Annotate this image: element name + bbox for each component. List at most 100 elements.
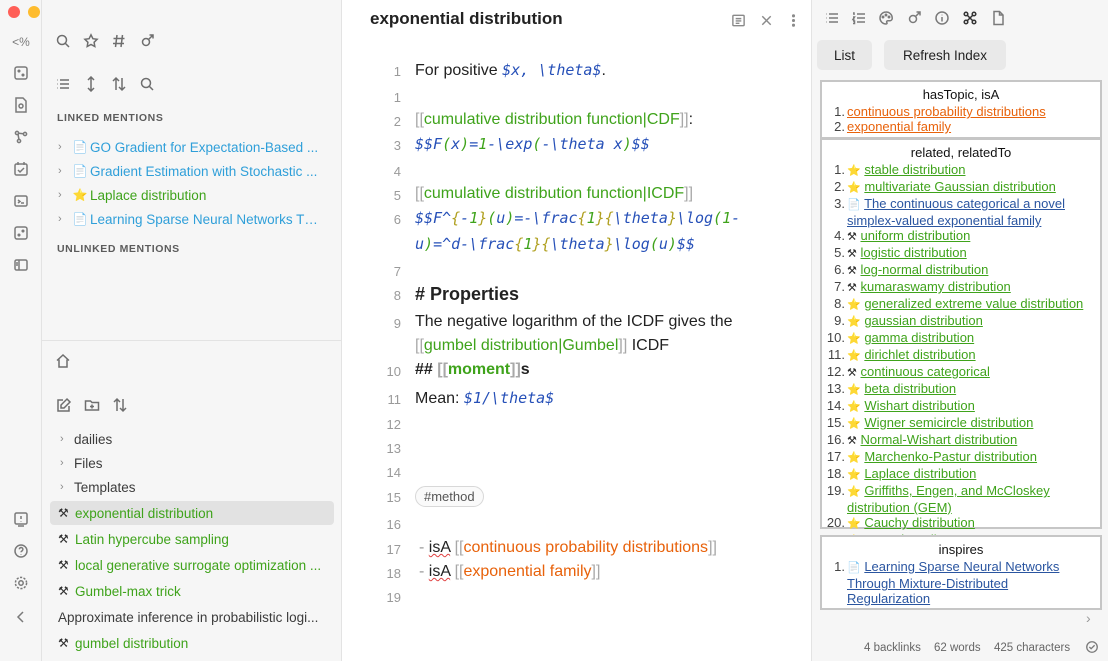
- linked-mention-item[interactable]: › 📄 Learning Sparse Neural Networks Th..…: [58, 208, 320, 230]
- relation-link[interactable]: uniform distribution: [861, 228, 971, 243]
- palette-icon[interactable]: [876, 8, 896, 28]
- home-icon[interactable]: [52, 350, 74, 372]
- calendar-icon[interactable]: [11, 159, 31, 179]
- linked-mention-label[interactable]: GO Gradient for Expectation-Based ...: [90, 140, 320, 155]
- relation-link[interactable]: continuous probability distributions: [847, 104, 1046, 119]
- relation-link[interactable]: Griffiths, Engen, and McCloskey distribu…: [847, 483, 1050, 515]
- info-icon[interactable]: [932, 8, 952, 28]
- folder-files[interactable]: › Files: [60, 452, 103, 474]
- backlinks-icon[interactable]: [136, 30, 158, 52]
- editor-line[interactable]: [[cumulative distribution function|CDF]]…: [415, 111, 693, 129]
- list-button[interactable]: List: [817, 40, 872, 70]
- display-math[interactable]: u)=^d-\frac{1}{\theta}\log(u)$$: [415, 235, 695, 253]
- editor-line[interactable]: The negative logarithm of the ICDF gives…: [415, 313, 733, 331]
- wiki-link[interactable]: cumulative distribution function|ICDF: [424, 185, 684, 202]
- file-item[interactable]: Approximate inference in probabilistic l…: [50, 605, 334, 629]
- list-icon[interactable]: [52, 73, 74, 95]
- wiki-link[interactable]: moment: [448, 361, 510, 378]
- filter-search-icon[interactable]: [136, 73, 158, 95]
- breadcrumbs-icon[interactable]: [960, 8, 980, 28]
- linked-mention-item[interactable]: › ⭐ Laplace distribution: [58, 184, 320, 206]
- editor-line[interactable]: [[gumbel distribution|Gumbel]] ICDF: [415, 337, 669, 355]
- editor-line[interactable]: - isA [[continuous probability distribut…: [419, 539, 717, 557]
- relation-link[interactable]: The continuous categorical a novel simpl…: [847, 196, 1065, 228]
- relation-link[interactable]: kumaraswamy distribution: [861, 279, 1011, 294]
- wiki-link[interactable]: exponential family: [463, 563, 591, 580]
- folder-dailies[interactable]: › dailies: [60, 428, 112, 450]
- relation-link[interactable]: exponential family: [847, 119, 951, 134]
- linked-mention-item[interactable]: › 📄 Gradient Estimation with Stochastic …: [58, 160, 320, 182]
- chevron-right-icon[interactable]: ›: [58, 165, 72, 177]
- relation-link[interactable]: gaussian distribution: [864, 313, 983, 328]
- vault-icon[interactable]: [11, 509, 31, 529]
- subheading-moment[interactable]: ## [[moment]]s: [415, 361, 530, 379]
- relation-link[interactable]: beta distribution: [864, 381, 956, 396]
- linked-mention-label[interactable]: Gradient Estimation with Stochastic ...: [90, 164, 320, 179]
- new-note-icon[interactable]: [53, 394, 75, 416]
- new-folder-icon[interactable]: [81, 394, 103, 416]
- graph-icon[interactable]: [11, 127, 31, 147]
- relation-link[interactable]: Marchenko-Pastur distribution: [864, 449, 1037, 464]
- chevron-right-icon[interactable]: ›: [58, 141, 72, 153]
- file-item[interactable]: ⚒ local generative surrogate optimizatio…: [50, 553, 334, 577]
- relation-link[interactable]: Learning Sparse Neural Networks Through …: [847, 559, 1059, 606]
- relation-link[interactable]: Cauchy distribution: [864, 515, 975, 530]
- relation-link[interactable]: logistic distribution: [861, 245, 967, 260]
- more-options-icon[interactable]: [786, 10, 801, 30]
- settings-icon[interactable]: [11, 573, 31, 593]
- backlinks-count[interactable]: 4 backlinks: [864, 642, 921, 654]
- outline-icon[interactable]: [822, 8, 842, 28]
- relation-link[interactable]: generalized extreme value distribution: [864, 296, 1083, 311]
- chevron-right-icon[interactable]: ›: [60, 481, 74, 493]
- relation-link[interactable]: dirichlet distribution: [864, 347, 975, 362]
- note-title[interactable]: exponential distribution: [370, 9, 563, 29]
- display-math[interactable]: $$F(x)=1-\exp(-\theta x)$$: [415, 135, 650, 153]
- linked-mention-label[interactable]: Laplace distribution: [90, 188, 320, 203]
- file-item-active[interactable]: ⚒ exponential distribution: [50, 501, 334, 525]
- heading-properties[interactable]: # Properties: [415, 284, 519, 305]
- sort-icon[interactable]: [108, 73, 130, 95]
- wiki-link[interactable]: gumbel distribution|Gumbel: [424, 337, 618, 354]
- expand-collapse-icon[interactable]: [80, 73, 102, 95]
- relation-link[interactable]: Wigner semicircle distribution: [864, 415, 1033, 430]
- relation-link[interactable]: stable distribution: [864, 162, 965, 177]
- tag-method[interactable]: #method: [415, 486, 484, 507]
- editor-line[interactable]: [[cumulative distribution function|ICDF]…: [415, 185, 693, 203]
- file-item[interactable]: ⚒ Latin hypercube sampling: [50, 527, 334, 551]
- wiki-link[interactable]: cumulative distribution function|CDF: [424, 111, 680, 128]
- relation-link[interactable]: log-normal distribution: [861, 262, 989, 277]
- chevron-right-icon[interactable]: ›: [60, 433, 74, 445]
- file-icon[interactable]: [988, 8, 1008, 28]
- linked-mention-item[interactable]: › 📄 GO Gradient for Expectation-Based ..…: [58, 136, 320, 158]
- editor-line[interactable]: #method: [415, 486, 484, 507]
- relation-link[interactable]: Normal-Wishart distribution: [861, 432, 1018, 447]
- display-math[interactable]: $$F^{-1}(u)=-\frac{1}{\theta}\log(1-: [415, 209, 740, 227]
- editor-line[interactable]: For positive $x, \theta$.: [415, 61, 606, 80]
- wiki-link[interactable]: continuous probability distributions: [463, 539, 708, 556]
- reading-view-icon[interactable]: [731, 10, 746, 30]
- help-icon[interactable]: [11, 541, 31, 561]
- sync-check-icon[interactable]: [1085, 640, 1099, 657]
- dice-icon[interactable]: [11, 63, 31, 83]
- random-icon[interactable]: [11, 223, 31, 243]
- layout-icon[interactable]: [11, 255, 31, 275]
- minimize-window-button[interactable]: [28, 6, 40, 18]
- editor-line[interactable]: Mean: $1/\theta$: [415, 389, 554, 408]
- bookmark-star-icon[interactable]: [80, 30, 102, 52]
- close-window-button[interactable]: [8, 6, 20, 18]
- tags-icon[interactable]: [108, 30, 130, 52]
- relation-link[interactable]: Wishart distribution: [864, 398, 975, 413]
- editor-line[interactable]: - isA [[exponential family]]: [419, 563, 600, 581]
- refresh-index-button[interactable]: Refresh Index: [884, 40, 1006, 70]
- folder-templates[interactable]: › Templates: [60, 476, 136, 498]
- editor-pane[interactable]: exponential distribution 1 For positive …: [343, 0, 810, 661]
- pane-divider[interactable]: [42, 340, 342, 341]
- close-icon[interactable]: [759, 10, 774, 30]
- chevron-right-icon[interactable]: ›: [1086, 610, 1091, 626]
- terminal-icon[interactable]: [11, 191, 31, 211]
- chevron-right-icon[interactable]: ›: [58, 213, 72, 225]
- collapse-icon[interactable]: [11, 607, 31, 627]
- sort-icon[interactable]: [109, 394, 131, 416]
- chevron-right-icon[interactable]: ›: [60, 457, 74, 469]
- file-item[interactable]: ⚒ gumbel distribution: [50, 631, 334, 655]
